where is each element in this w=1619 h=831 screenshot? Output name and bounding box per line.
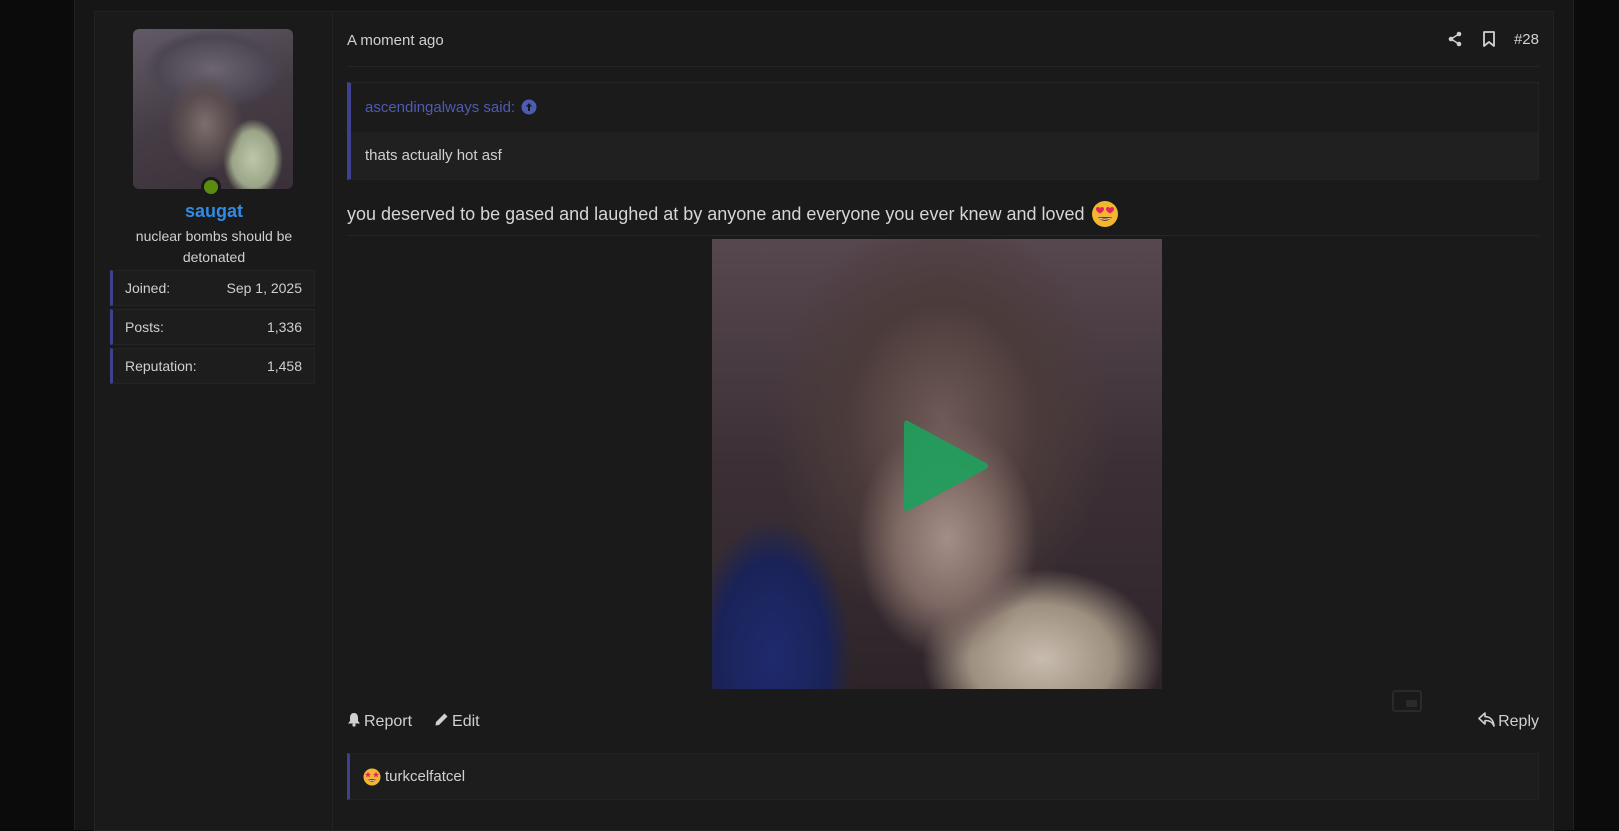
heart-eyes-emoji-icon (1091, 200, 1119, 228)
user-extras: Joined: Sep 1, 2025 Posts: 1,336 Reputat… (110, 270, 315, 387)
user-extra-value: 1,458 (266, 358, 302, 374)
user-extra-label: Posts: (125, 319, 164, 335)
pencil-icon (434, 712, 449, 732)
reply-icon (1478, 712, 1495, 732)
footer-right-actions: Reply (1478, 712, 1539, 732)
user-cell: saugat nuclear bombs should be detonated… (95, 12, 333, 830)
video-player[interactable] (712, 239, 1162, 689)
post-message: saugat nuclear bombs should be detonated… (94, 11, 1554, 831)
post-number-link[interactable]: #28 (1514, 31, 1539, 48)
bb-quote: ascendingalways said: thats actually hot… (347, 82, 1539, 180)
report-label: Report (364, 713, 413, 730)
main-cell: A moment ago #28 ascendingalways said: t… (347, 12, 1539, 830)
message-text: you deserved to be gased and laughed at … (347, 204, 1085, 224)
bell-icon (347, 712, 361, 732)
reply-label: Reply (1498, 713, 1539, 730)
picture-in-picture-icon[interactable] (1392, 690, 1422, 712)
footer-left-actions: Report Edit (347, 712, 480, 732)
reply-button[interactable]: Reply (1478, 712, 1539, 732)
username-link[interactable]: saugat (95, 201, 333, 222)
post-time[interactable]: A moment ago (347, 32, 444, 49)
edit-button[interactable]: Edit (434, 712, 480, 732)
post-footer-actions: Report Edit Reply (347, 712, 1539, 742)
online-status-indicator (201, 177, 221, 197)
quote-title[interactable]: ascendingalways said: (351, 83, 1538, 132)
quote-author[interactable]: ascendingalways said: (365, 99, 515, 116)
message-body: you deserved to be gased and laughed at … (347, 190, 1539, 236)
user-extra-reputation: Reputation: 1,458 (110, 348, 315, 384)
avatar-wrap (133, 29, 293, 197)
user-extra-label: Joined: (125, 280, 171, 296)
arrow-up-circle-icon[interactable] (521, 99, 537, 119)
star-struck-emoji-icon (363, 768, 381, 786)
user-extra-value: Sep 1, 2025 (226, 280, 302, 296)
bookmark-icon[interactable] (1480, 30, 1498, 48)
post-attribution: A moment ago #28 (347, 12, 1539, 67)
report-button[interactable]: Report (347, 712, 412, 732)
user-extra-posts: Posts: 1,336 (110, 309, 315, 345)
share-icon[interactable] (1446, 30, 1464, 48)
quote-body: thats actually hot asf (351, 132, 1538, 179)
user-extra-joined: Joined: Sep 1, 2025 (110, 270, 315, 306)
user-extra-value[interactable]: 1,336 (267, 319, 302, 335)
reactions-bar[interactable]: turkcelfatcel (347, 753, 1539, 800)
avatar[interactable] (133, 29, 293, 189)
pip-inner (1406, 700, 1417, 707)
edit-label: Edit (452, 713, 480, 730)
user-extra-label: Reputation: (125, 358, 197, 374)
post-attribution-actions: #28 (1446, 30, 1539, 48)
user-title: nuclear bombs should be detonated (135, 228, 293, 265)
reaction-users-link[interactable]: turkcelfatcel (385, 768, 465, 785)
play-icon[interactable] (900, 417, 990, 515)
